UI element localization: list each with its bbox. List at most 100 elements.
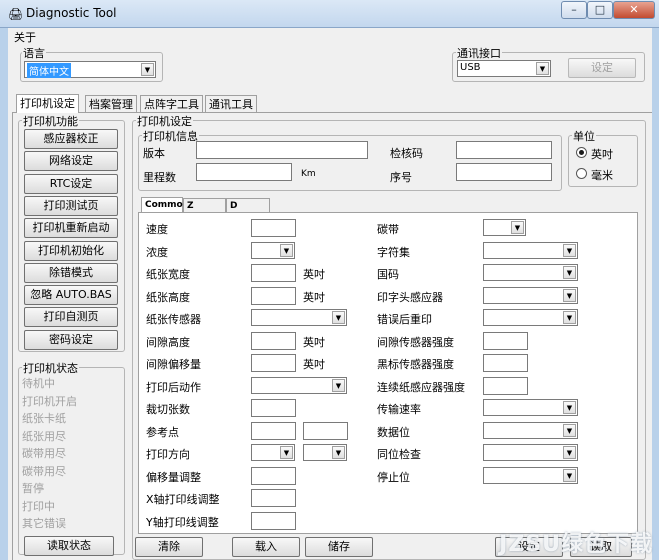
port-value: USB xyxy=(460,62,481,73)
status-item: 待机中 xyxy=(22,377,55,390)
serial-label: 序号 xyxy=(390,171,412,184)
function-button[interactable]: 打印机重新启动 xyxy=(24,218,118,239)
mirror-select[interactable]: ▼ xyxy=(303,444,347,461)
country-select[interactable]: ▼ xyxy=(483,264,578,281)
chevron-down-icon: ▼ xyxy=(141,63,154,76)
mileage-field[interactable] xyxy=(196,163,292,181)
unit-inch-radio[interactable] xyxy=(576,147,587,158)
baud-label: 传输速率 xyxy=(377,403,421,416)
gap-sensitivity-label: 间隙传感器强度 xyxy=(377,335,454,349)
speed-label: 速度 xyxy=(146,223,168,236)
save-button[interactable]: 储存 xyxy=(305,537,373,557)
status-item: 其它错误 xyxy=(22,517,66,530)
parity-select[interactable]: ▼ xyxy=(483,444,578,461)
offset-adjust-field[interactable] xyxy=(251,466,296,485)
head-sensor-select[interactable]: ▼ xyxy=(483,286,578,304)
subtab-d[interactable]: D xyxy=(226,198,270,213)
port-select[interactable]: USB ▼ xyxy=(457,60,551,77)
status-item: 纸张卡纸 xyxy=(22,412,66,425)
post-print-select[interactable]: ▼ xyxy=(251,376,347,394)
head-sensor-label: 印字头感应器 xyxy=(377,290,443,304)
chevron-down-icon: ▼ xyxy=(563,468,576,482)
function-button[interactable]: 密码设定 xyxy=(24,329,118,350)
menu-bar: 关于 xyxy=(8,28,652,44)
load-button[interactable]: 载入 xyxy=(232,537,300,557)
chevron-down-icon: ▼ xyxy=(563,288,576,302)
functions-label: 打印机功能 xyxy=(22,113,79,129)
maximize-button[interactable]: □ xyxy=(587,1,613,19)
version-field[interactable] xyxy=(196,141,368,159)
bline-sensitivity-label: 黑标传感器强度 xyxy=(377,358,454,371)
checksum-label: 检核码 xyxy=(390,147,423,160)
x-adjust-field[interactable] xyxy=(251,489,296,507)
tab-printer-settings[interactable]: 打印机设定 xyxy=(16,94,79,113)
x-adjust-label: X轴打印线调整 xyxy=(146,493,220,506)
inch-unit-label: 英吋 xyxy=(303,268,325,281)
gap-offset-label: 间隙偏移量 xyxy=(146,358,201,371)
speed-field[interactable] xyxy=(251,219,296,237)
menu-about[interactable]: 关于 xyxy=(14,29,36,45)
tab-file-manager[interactable]: 档案管理 xyxy=(85,95,137,113)
tab-comm-tools[interactable]: 通讯工具 xyxy=(205,95,257,113)
language-select[interactable]: 简体中文 ▼ xyxy=(24,61,156,78)
media-sensor-select[interactable]: ▼ xyxy=(251,309,347,326)
function-button[interactable]: 感应器校正 xyxy=(24,129,118,149)
paper-height-field[interactable] xyxy=(251,286,296,305)
read-status-button[interactable]: 读取状态 xyxy=(24,536,114,556)
function-button[interactable]: RTC设定 xyxy=(24,173,118,194)
direction-select[interactable]: ▼ xyxy=(251,444,295,461)
chevron-down-icon: ▼ xyxy=(332,378,345,392)
y-adjust-label: Y轴打印线调整 xyxy=(146,515,219,529)
cut-count-field[interactable] xyxy=(251,399,296,417)
paper-width-field[interactable] xyxy=(251,264,296,282)
function-button[interactable]: 打印测试页 xyxy=(24,195,118,216)
gap-height-label: 间隙高度 xyxy=(146,335,190,349)
chevron-down-icon: ▼ xyxy=(563,401,576,414)
chevron-down-icon: ▼ xyxy=(536,62,549,75)
reprint-select[interactable]: ▼ xyxy=(483,309,578,326)
close-button[interactable]: ✕ xyxy=(613,1,655,19)
gap-sensitivity-field[interactable] xyxy=(483,331,528,350)
cut-count-label: 裁切张数 xyxy=(146,403,190,416)
baud-select[interactable]: ▼ xyxy=(483,399,578,416)
media-sensor-label: 纸张传感器 xyxy=(146,313,201,326)
info-label: 打印机信息 xyxy=(142,128,199,144)
data-bits-select[interactable]: ▼ xyxy=(483,421,578,439)
post-print-label: 打印后动作 xyxy=(146,380,201,394)
unit-inch-label: 英吋 xyxy=(591,148,613,161)
gap-offset-field[interactable] xyxy=(251,354,296,372)
subtab-z[interactable]: Z xyxy=(183,198,226,213)
port-set-button[interactable]: 设定 xyxy=(568,58,636,78)
inch-unit-label: 英吋 xyxy=(303,290,325,304)
function-button[interactable]: 网络设定 xyxy=(24,151,118,172)
minimize-button[interactable]: – xyxy=(561,1,587,19)
charset-select[interactable]: ▼ xyxy=(483,241,578,259)
common-panel xyxy=(138,212,638,534)
chevron-down-icon: ▼ xyxy=(563,446,576,459)
function-button[interactable]: 打印机初始化 xyxy=(24,240,118,261)
function-button[interactable]: 打印自测页 xyxy=(24,307,118,328)
parity-label: 同位检查 xyxy=(377,448,421,461)
function-button[interactable]: 除错模式 xyxy=(24,262,118,283)
ribbon-select[interactable]: ▼ xyxy=(483,219,526,236)
mileage-label: 里程数 xyxy=(143,171,176,184)
density-select[interactable]: ▼ xyxy=(251,241,295,259)
bline-sensitivity-field[interactable] xyxy=(483,354,528,372)
chevron-down-icon: ▼ xyxy=(332,446,345,459)
checksum-field[interactable] xyxy=(456,141,552,159)
unit-mm-radio[interactable] xyxy=(576,168,587,179)
serial-field[interactable] xyxy=(456,163,552,181)
gap-height-field[interactable] xyxy=(251,331,296,350)
ref-point-x-field[interactable] xyxy=(251,421,296,440)
y-adjust-field[interactable] xyxy=(251,511,296,530)
stop-bits-select[interactable]: ▼ xyxy=(483,466,578,484)
reprint-label: 错误后重印 xyxy=(377,313,432,326)
status-item: 纸张用尽 xyxy=(22,429,66,443)
cont-sensitivity-field[interactable] xyxy=(483,376,528,395)
subtab-common[interactable]: Common xyxy=(141,197,189,212)
version-label: 版本 xyxy=(143,147,165,160)
ref-point-y-field[interactable] xyxy=(303,421,348,440)
clear-button[interactable]: 清除 xyxy=(135,537,203,557)
tab-bitmap-font[interactable]: 点阵字工具 xyxy=(140,95,203,113)
function-button[interactable]: 忽略 AUTO.BAS xyxy=(24,285,118,306)
